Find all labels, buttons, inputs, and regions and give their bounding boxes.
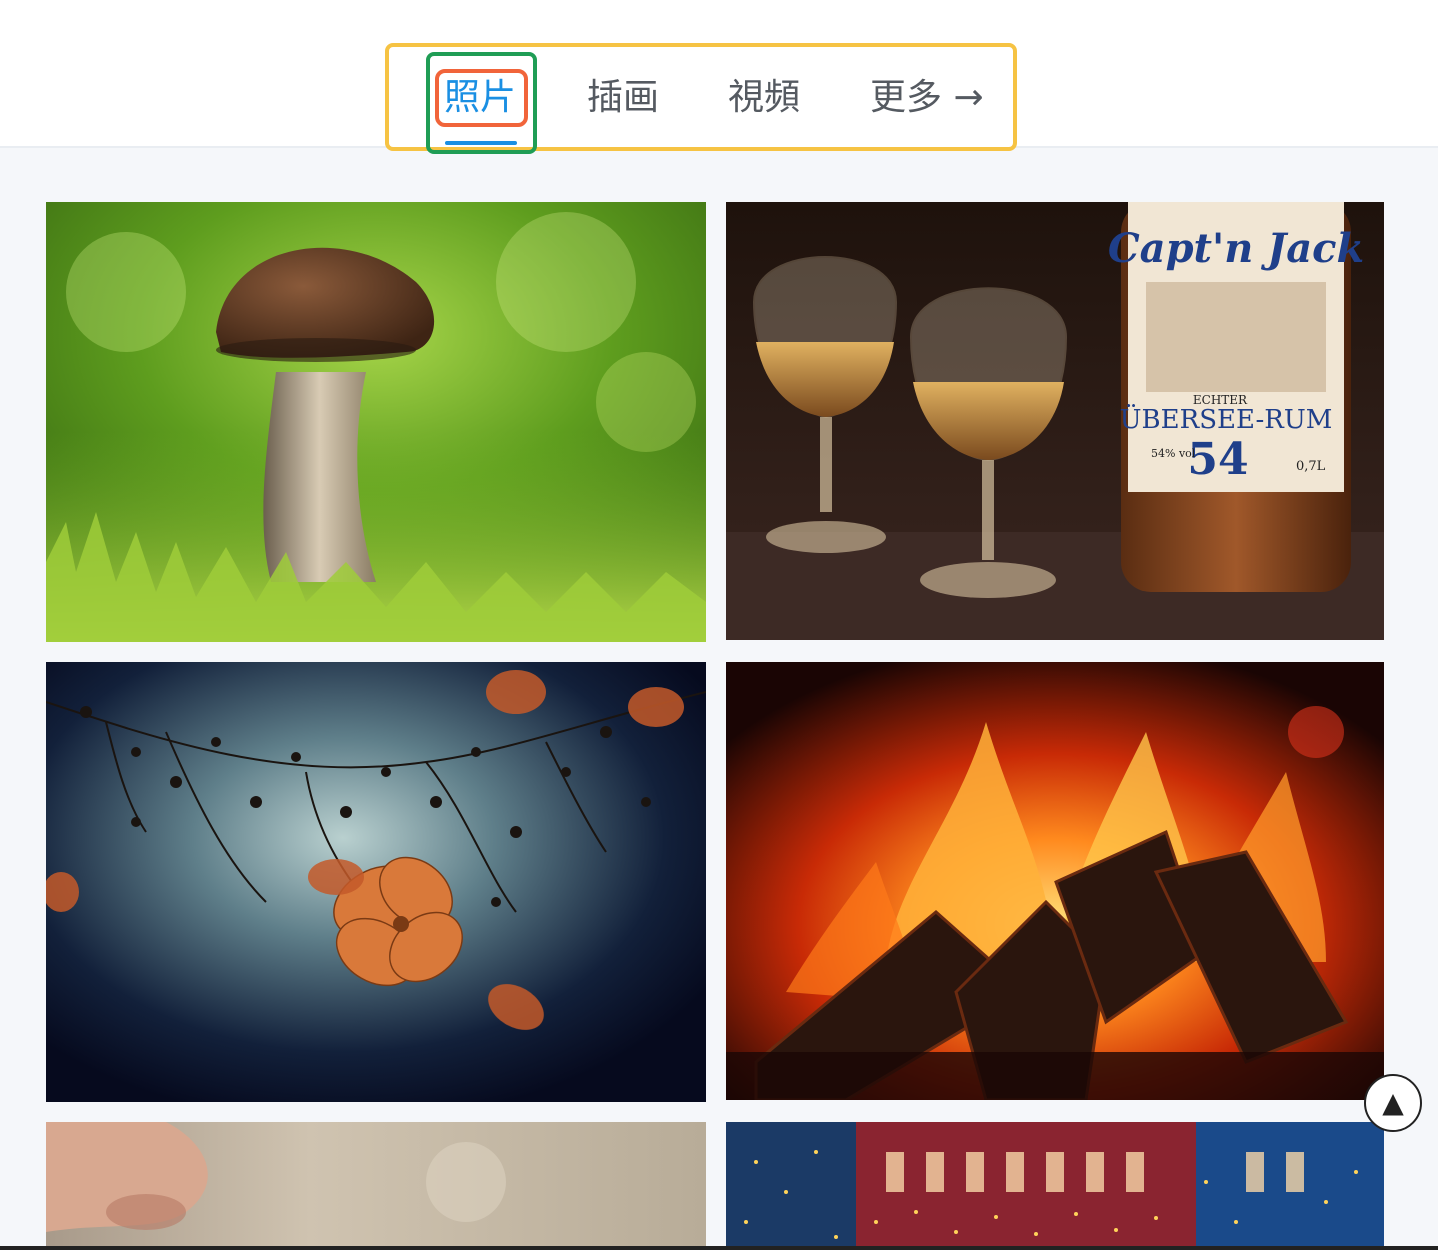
- tab-videos[interactable]: 視頻: [728, 70, 800, 126]
- bottle-brand-text: Capt'n Jack: [1108, 225, 1364, 272]
- bottle-label-volume: 0,7L: [1296, 459, 1326, 474]
- bottle-label-abv: 54% vol: [1151, 447, 1196, 460]
- bottle-label-number: 54: [1187, 434, 1248, 485]
- portrait-photo[interactable]: [46, 1122, 706, 1250]
- bottom-border: [0, 1246, 1438, 1250]
- tab-photos[interactable]: 照片: [444, 70, 516, 126]
- scroll-to-top-button[interactable]: ▲: [1364, 1074, 1422, 1132]
- mushroom-photo[interactable]: [46, 202, 706, 642]
- arrow-up-icon: ▲: [1382, 1086, 1404, 1119]
- campfire-photo[interactable]: [726, 662, 1384, 1100]
- rum-glasses-photo[interactable]: Capt'n Jack ECHTER ÜBERSEE-RUM 54 54% vo…: [726, 202, 1384, 640]
- autumn-flowers-photo[interactable]: [46, 662, 706, 1102]
- active-tab-underline: [445, 141, 517, 145]
- bottle-label-line2: ÜBERSEE-RUM: [1120, 403, 1333, 435]
- tab-illustrations[interactable]: 插画: [587, 70, 659, 126]
- tab-more[interactable]: 更多 →: [870, 70, 984, 126]
- city-lights-photo[interactable]: [726, 1122, 1384, 1250]
